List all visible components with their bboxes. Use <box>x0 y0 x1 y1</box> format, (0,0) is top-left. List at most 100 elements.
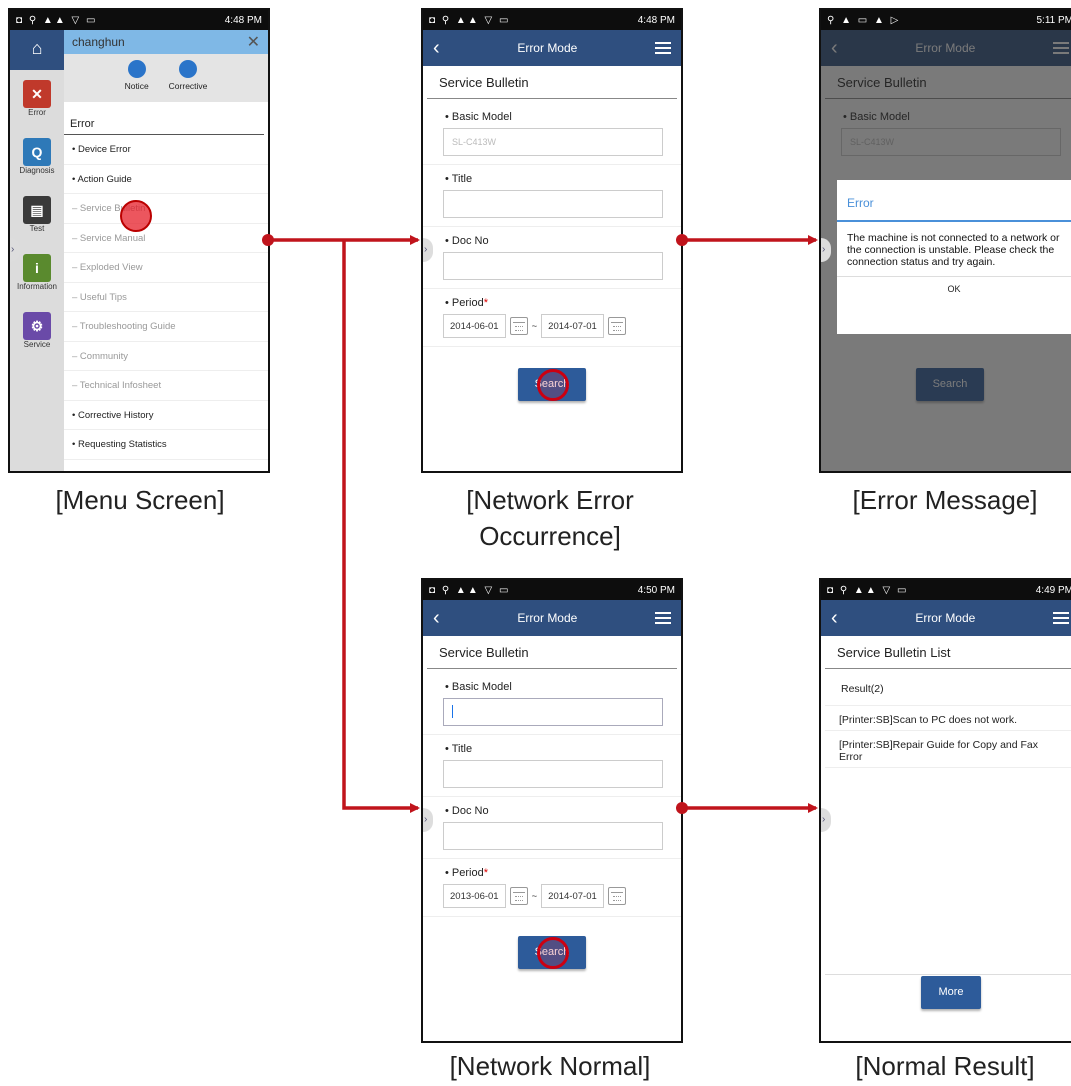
section-title: Service Bulletin <box>427 636 677 669</box>
doc-no-field[interactable] <box>443 822 663 850</box>
menu-item[interactable]: • Requesting Statistics <box>64 430 268 460</box>
rail-item-error[interactable]: ✕ Error <box>10 70 64 128</box>
status-bar: ⚲ ▲ ▭ ▲ ▷ 5:11 PM <box>821 10 1071 30</box>
divider <box>423 346 681 347</box>
doc-no-label: • Doc No <box>445 805 489 817</box>
doc-no-field[interactable] <box>443 252 663 280</box>
period-to-field[interactable]: 2014-07-01 <box>541 314 604 338</box>
app-bar: ‹ Error Mode <box>423 600 681 636</box>
list-item[interactable]: [Printer:SB]Scan to PC does not work. <box>825 706 1071 731</box>
back-icon[interactable]: ‹ <box>433 38 440 58</box>
calendar-icon[interactable] <box>509 317 528 335</box>
corrective-button[interactable]: Corrective <box>169 60 207 102</box>
menu-item[interactable]: – Service Manual <box>64 224 268 253</box>
app-title: Error Mode <box>915 611 976 625</box>
tap-indicator <box>120 200 152 232</box>
back-icon[interactable]: ‹ <box>831 608 838 628</box>
app-title: Error Mode <box>517 611 578 625</box>
rail-item-service[interactable]: ⚙ Service <box>10 302 64 360</box>
title-field[interactable] <box>443 190 663 218</box>
arrow-menu-to-error <box>262 234 420 246</box>
title-label: • Title <box>445 173 473 185</box>
printer-icon: ▤ <box>23 196 51 224</box>
close-icon[interactable]: ✕ <box>247 32 260 52</box>
result-count: Result(2) <box>825 669 1071 706</box>
basic-model-field[interactable] <box>443 698 663 726</box>
menu-section-title: Error <box>64 114 264 135</box>
basic-model-field[interactable]: SL-C413W <box>443 128 663 156</box>
arrow-normal-to-result <box>676 802 818 814</box>
caption-normal-result: [Normal Result] <box>855 1051 1035 1081</box>
menu-item[interactable]: – Service Bulletin <box>64 194 268 224</box>
side-handle[interactable]: › <box>821 808 831 832</box>
rail-item-label: Diagnosis <box>19 166 55 175</box>
arrow-error-to-message <box>676 234 818 246</box>
calendar-icon[interactable] <box>607 317 626 335</box>
hamburger-icon[interactable] <box>1052 612 1069 624</box>
period-to-field[interactable]: 2014-07-01 <box>541 884 604 908</box>
section-title: Service Bulletin List <box>825 636 1071 669</box>
info-icon: i <box>23 254 51 282</box>
menu-item[interactable]: • Action Guide <box>64 165 268 194</box>
period-row: 2014-06-01 ~ 2014-07-01 <box>443 314 663 338</box>
rail-item-diagnosis[interactable]: Q Diagnosis <box>10 128 64 186</box>
divider <box>825 974 1071 975</box>
notice-icon <box>127 60 146 78</box>
period-separator: ~ <box>531 320 538 332</box>
ok-button[interactable]: OK <box>837 277 1071 301</box>
app-title: Error Mode <box>517 41 578 55</box>
period-from-field[interactable]: 2014-06-01 <box>443 314 506 338</box>
corrective-icon <box>179 60 198 78</box>
period-label: • Period* <box>445 867 488 879</box>
period-from-field[interactable]: 2013-06-01 <box>443 884 506 908</box>
calendar-icon[interactable] <box>607 887 626 905</box>
menu-item[interactable]: – Technical Infosheet <box>64 371 268 401</box>
menu-item[interactable]: • Device Error <box>64 135 268 165</box>
basic-model-label: • Basic Model <box>445 681 512 693</box>
rail-item-label: Test <box>29 224 45 233</box>
rail-item-label: Service <box>23 340 51 349</box>
caption-network-normal: [Network Normal] <box>449 1051 651 1081</box>
period-label: • Period* <box>445 297 488 309</box>
rail-item-label: Error <box>28 108 46 117</box>
period-row: 2013-06-01 ~ 2014-07-01 <box>443 884 663 908</box>
rail-item-test[interactable]: ▤ Test <box>10 186 64 244</box>
tap-indicator <box>537 369 569 401</box>
drawer-tools: Notice Corrective <box>64 54 268 102</box>
doc-no-label: • Doc No <box>445 235 489 247</box>
more-button[interactable]: More <box>921 976 981 1009</box>
menu-screen: ◘ ⚲ ▲▲ ▽ ▭ 4:48 PM ⌂ ✕ Error Q Diagnosis ▤ Tes… <box>8 8 270 473</box>
text-cursor <box>452 705 453 718</box>
menu-item[interactable]: – Troubleshooting Guide <box>64 312 268 342</box>
list-item[interactable]: [Printer:SB]Repair Guide for Copy and Fa… <box>825 731 1071 768</box>
menu-item[interactable]: – Community <box>64 342 268 371</box>
search-form: • Basic Model SL-C413W • Title • Doc No … <box>423 99 681 347</box>
notice-button[interactable]: Notice <box>125 60 149 102</box>
status-bar: ◘ ⚲ ▲▲ ▽ ▭ 4:48 PM <box>10 10 268 30</box>
caption-menu-screen: [Menu Screen] <box>55 485 225 515</box>
drawer-menu: Error • Device Error • Action Guide – Serv… <box>64 114 268 460</box>
divider <box>423 916 681 917</box>
rail-item-label: Information <box>16 282 58 291</box>
back-icon[interactable]: ‹ <box>433 608 440 628</box>
rail-item-home[interactable]: ⌂ <box>10 30 64 70</box>
home-icon: ⌂ <box>31 38 43 58</box>
section-title: Service Bulletin <box>427 66 677 99</box>
hamburger-icon[interactable] <box>654 612 671 624</box>
dialog-message: The machine is not connected to a networ… <box>837 222 1071 277</box>
title-field[interactable] <box>443 760 663 788</box>
status-bar: ◘ ⚲ ▲▲ ▽ ▭ 4:48 PM <box>423 10 681 30</box>
calendar-icon[interactable] <box>509 887 528 905</box>
notice-label: Notice <box>124 81 149 91</box>
menu-item[interactable]: • Corrective History <box>64 401 268 430</box>
menu-item[interactable]: – Exploded View <box>64 253 268 283</box>
menu-item[interactable]: – Useful Tips <box>64 283 268 312</box>
network-error-screen: ◘ ⚲ ▲▲ ▽ ▭ 4:48 PM ‹ Error Mode Service B… <box>421 8 683 473</box>
network-normal-screen: ◘ ⚲ ▲▲ ▽ ▭ 4:50 PM ‹ Error Mode Service B… <box>421 578 683 1043</box>
caption-network-error: [Network Error Occurrence] <box>466 485 634 551</box>
app-bar: ‹ Error Mode <box>423 30 681 66</box>
status-bar: ◘ ⚲ ▲▲ ▽ ▭ 4:49 PM <box>821 580 1071 600</box>
dialog-title: Error <box>837 180 1071 222</box>
error-icon: ✕ <box>23 80 51 108</box>
hamburger-icon[interactable] <box>654 42 671 54</box>
